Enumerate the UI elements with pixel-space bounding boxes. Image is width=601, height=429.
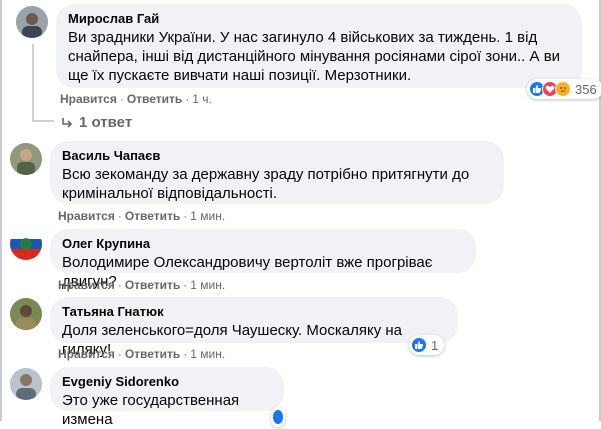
comment-bubble: Мирослав Гай Ви зрадники України. У нас … — [56, 4, 582, 88]
like-button[interactable]: Нравится — [58, 209, 115, 223]
like-button[interactable]: Нравится — [58, 347, 115, 361]
comment-author[interactable]: Мирослав Гай — [68, 11, 570, 27]
window-left-border — [0, 0, 2, 421]
avatar[interactable] — [10, 368, 42, 400]
comment-bubble: Василь Чапаєв Всю зекоманду за державну … — [50, 141, 504, 204]
avatar[interactable] — [10, 298, 42, 330]
reply-button[interactable]: Ответить — [125, 278, 180, 292]
like-button[interactable]: Нравится — [58, 278, 115, 292]
replies-count-label: 1 ответ — [79, 114, 133, 131]
comment-actions: Нравится · Ответить · 1 мин. — [58, 208, 225, 224]
comment-author[interactable]: Evgeniy Sidorenko — [62, 374, 272, 390]
view-replies-link[interactable]: 1 ответ — [60, 114, 132, 131]
comment-timestamp[interactable]: 1 мин. — [190, 278, 225, 292]
comment-actions: Нравится · Ответить · 1 мин. — [58, 346, 225, 362]
reply-button[interactable]: Ответить — [127, 92, 182, 106]
separator: · — [183, 347, 188, 361]
reply-button[interactable]: Ответить — [125, 347, 180, 361]
comment-author[interactable]: Татьяна Гнатюк — [62, 304, 446, 320]
comment-bubble: Evgeniy Sidorenko Это уже государственна… — [50, 367, 284, 428]
comment-author[interactable]: Олег Крупина — [62, 236, 464, 252]
like-button[interactable]: Нравится — [60, 92, 117, 106]
comment-bubble: Татьяна Гнатюк Доля зеленського=доля Чау… — [50, 297, 458, 358]
separator: · — [119, 92, 124, 106]
avatar[interactable] — [10, 143, 42, 175]
avatar[interactable] — [10, 228, 42, 260]
comment-actions: Нравится · Ответить · 1 мин. — [58, 277, 225, 293]
comment-bubble: Олег Крупина Володимире Олександровичу в… — [50, 229, 476, 290]
comment-timestamp[interactable]: 1 мин. — [190, 209, 225, 223]
thread-connector — [32, 44, 34, 122]
separator: · — [183, 278, 188, 292]
comment-timestamp[interactable]: 1 ч. — [192, 92, 212, 106]
comment-text: Ви зрадники України. У нас загинуло 4 ві… — [68, 29, 561, 84]
reactions-summary[interactable]: 356 — [527, 79, 601, 99]
comment-text: Всю зекоманду за державну зраду потрібно… — [62, 166, 470, 202]
reaction-count: 1 — [431, 337, 439, 353]
separator: · — [185, 92, 190, 106]
reactions-summary[interactable]: 1 — [409, 335, 445, 355]
comment-author[interactable]: Василь Чапаєв — [62, 148, 492, 164]
separator: · — [117, 209, 122, 223]
reply-button[interactable]: Ответить — [125, 209, 180, 223]
reply-arrow-icon — [62, 117, 73, 128]
comment-text: Это уже государственная измена — [62, 392, 240, 428]
comment-actions: Нравится · Ответить · 1 ч. — [60, 91, 212, 107]
reactions-summary[interactable] — [271, 407, 285, 427]
like-icon — [411, 337, 427, 353]
separator: · — [117, 347, 122, 361]
separator: · — [183, 209, 188, 223]
comment-timestamp[interactable]: 1 мин. — [190, 347, 225, 361]
sad-icon — [555, 81, 571, 97]
avatar[interactable] — [16, 6, 48, 38]
like-icon — [272, 409, 284, 425]
separator: · — [117, 278, 122, 292]
thread-connector — [32, 120, 54, 122]
reaction-count: 356 — [575, 81, 597, 97]
